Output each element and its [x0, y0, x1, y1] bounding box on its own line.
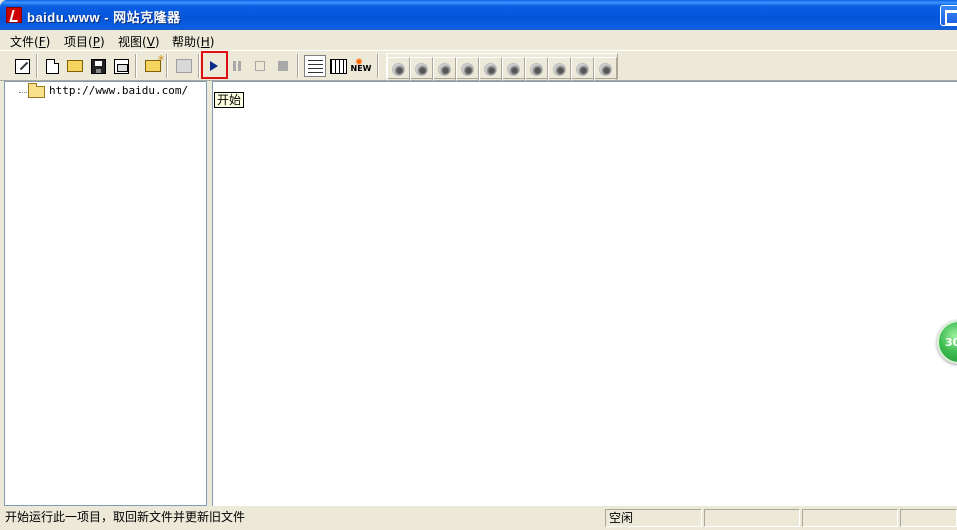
edit-button[interactable] — [11, 55, 33, 77]
save-button[interactable] — [87, 55, 109, 77]
list-view-button[interactable] — [304, 55, 326, 77]
stop-button[interactable] — [272, 55, 294, 77]
project-tree[interactable]: http://www.baidu.com/ — [4, 81, 207, 506]
ball-button[interactable] — [456, 57, 479, 81]
ball-icon — [576, 62, 589, 76]
toolbar-separator — [377, 54, 379, 78]
menu-project[interactable]: 项目(P) — [64, 33, 105, 50]
menu-bar: 文件(F) 项目(P) 视图(V) 帮助(H) — [0, 30, 957, 50]
ball-button[interactable] — [594, 57, 617, 81]
toolbar-separator — [297, 54, 299, 78]
properties-icon — [113, 58, 129, 74]
status-state: 空闲 — [605, 509, 702, 527]
file-list-pane[interactable]: 开始 — [212, 81, 957, 506]
ball-button[interactable] — [433, 57, 456, 81]
status-panel-4 — [802, 509, 898, 527]
maximize-button[interactable] — [940, 5, 957, 26]
tree-item-root[interactable]: http://www.baidu.com/ — [49, 84, 188, 97]
ball-icon — [415, 62, 428, 76]
status-message: 开始运行此一项目，取回新文件并更新旧文件 — [5, 510, 246, 524]
ball-button[interactable] — [387, 57, 410, 81]
ball-button[interactable] — [548, 57, 571, 81]
ball-icon — [530, 62, 543, 76]
ball-icon — [484, 62, 497, 76]
new-button[interactable]: NEW — [350, 55, 372, 77]
ball-button[interactable] — [525, 57, 548, 81]
title-bar: baidu.www - 网站克隆器 — [0, 0, 957, 30]
ball-button[interactable] — [479, 57, 502, 81]
save-icon — [90, 58, 106, 74]
stop-outline-icon — [255, 61, 265, 71]
grid-view-icon — [329, 58, 347, 74]
toolbar-separator — [166, 54, 168, 78]
ball-icon — [507, 62, 520, 76]
ball-button[interactable] — [502, 57, 525, 81]
ball-icon — [599, 62, 612, 76]
open-button[interactable] — [64, 55, 86, 77]
ball-icon — [461, 62, 474, 76]
menu-file[interactable]: 文件(F) — [10, 33, 50, 50]
browse-button[interactable] — [173, 55, 195, 77]
badge-label: 30 — [945, 335, 957, 349]
edit-icon — [14, 58, 30, 74]
start-button-highlight — [201, 51, 228, 79]
ball-button-group — [386, 53, 618, 81]
window-title: baidu.www - 网站克隆器 — [27, 10, 181, 25]
toolbar-separator — [198, 54, 200, 78]
start-tooltip: 开始 — [214, 92, 245, 108]
grid-view-button[interactable] — [327, 55, 349, 77]
pause-button[interactable] — [226, 55, 248, 77]
browse-icon — [176, 59, 192, 73]
ball-icon — [438, 62, 451, 76]
status-panel-3 — [704, 509, 800, 527]
app-icon[interactable] — [6, 7, 22, 23]
status-panel-5 — [900, 509, 957, 527]
stop-outline-button[interactable] — [249, 55, 271, 77]
ball-icon — [553, 62, 566, 76]
pause-icon — [233, 61, 241, 71]
new-file-button[interactable] — [41, 55, 63, 77]
status-bar: 开始运行此一项目，取回新文件并更新旧文件 空闲 — [0, 506, 957, 530]
properties-button[interactable] — [110, 55, 132, 77]
new-file-icon — [45, 58, 59, 74]
folder-icon — [28, 83, 45, 98]
toolbar-separator — [36, 54, 38, 78]
open-folder-icon — [67, 60, 83, 72]
new-folder-button[interactable] — [142, 53, 164, 77]
list-view-icon — [306, 58, 324, 74]
new-badge-icon: NEW — [351, 58, 371, 73]
ball-button[interactable] — [571, 57, 594, 81]
toolbar-separator — [135, 54, 137, 78]
menu-view[interactable]: 视图(V) — [118, 33, 160, 50]
toolbar: NEW — [0, 50, 957, 81]
stop-icon — [278, 61, 288, 71]
ball-icon — [392, 62, 405, 76]
ball-button[interactable] — [410, 57, 433, 81]
menu-help[interactable]: 帮助(H) — [172, 33, 214, 50]
new-folder-icon — [145, 53, 164, 72]
